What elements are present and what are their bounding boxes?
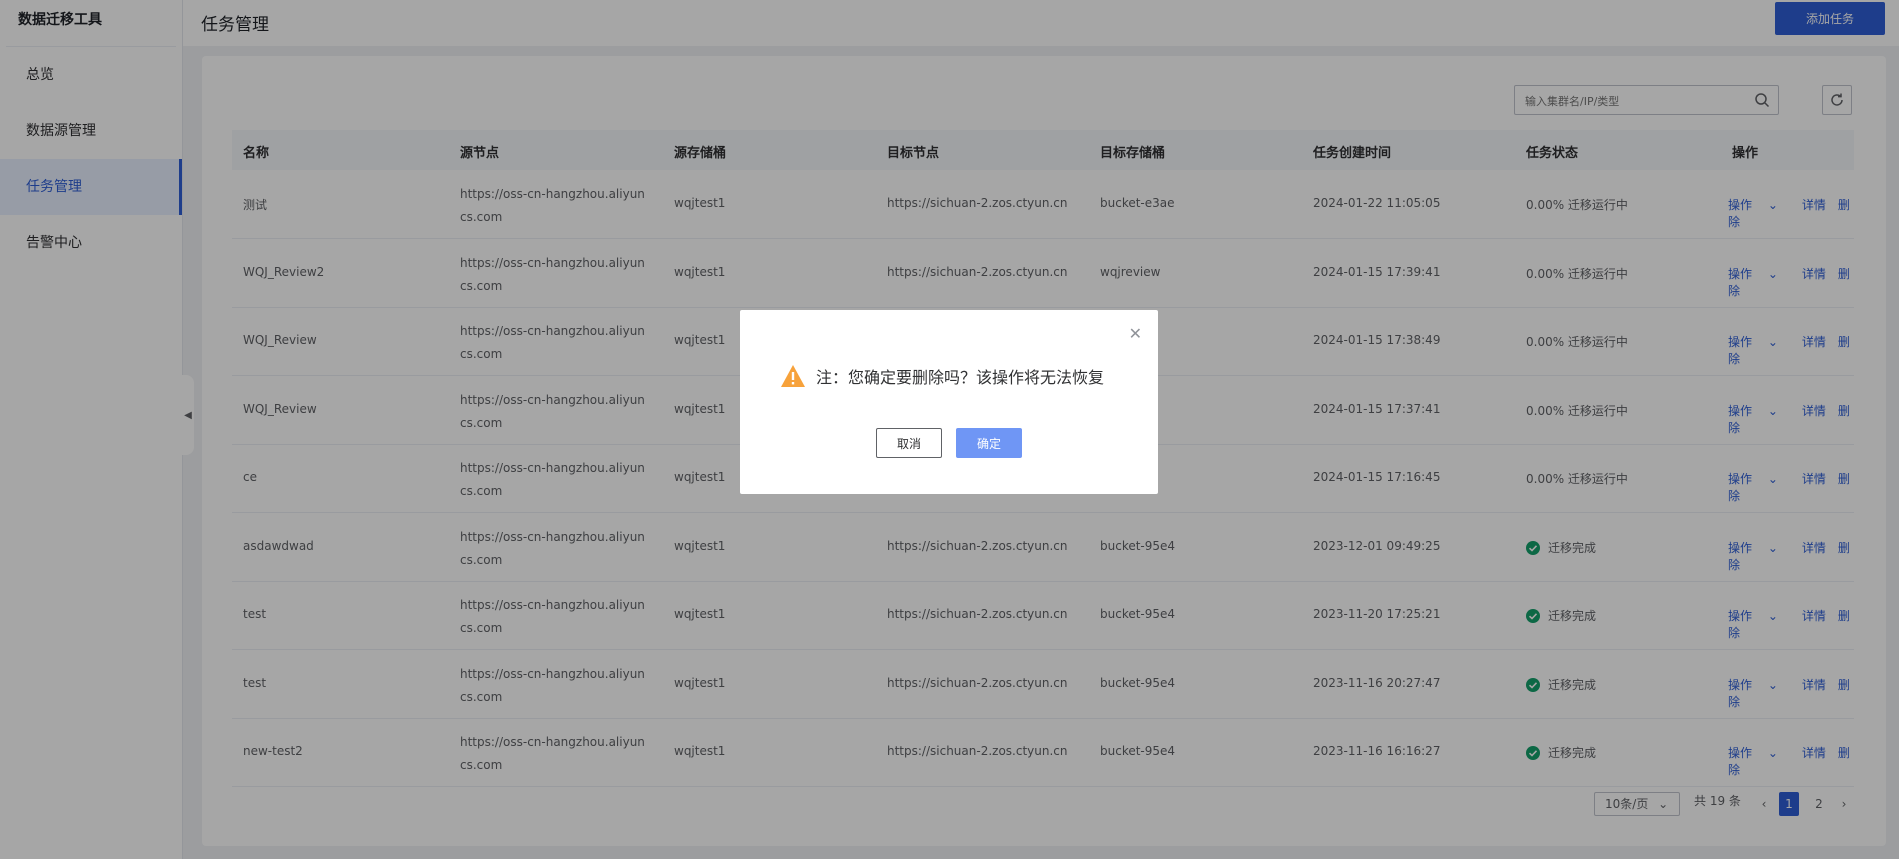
cancel-button[interactable]: 取消 [876, 428, 942, 458]
dialog-message: 注：您确定要删除吗？该操作将无法恢复 [816, 368, 1105, 387]
confirm-button[interactable]: 确定 [956, 428, 1022, 458]
close-icon[interactable]: ✕ [1129, 324, 1142, 343]
delete-confirm-dialog: ✕ 注：您确定要删除吗？该操作将无法恢复 取消 确定 [740, 310, 1158, 494]
dialog-message-row: 注：您确定要删除吗？该操作将无法恢复 [780, 364, 1104, 388]
warning-icon [781, 365, 805, 387]
